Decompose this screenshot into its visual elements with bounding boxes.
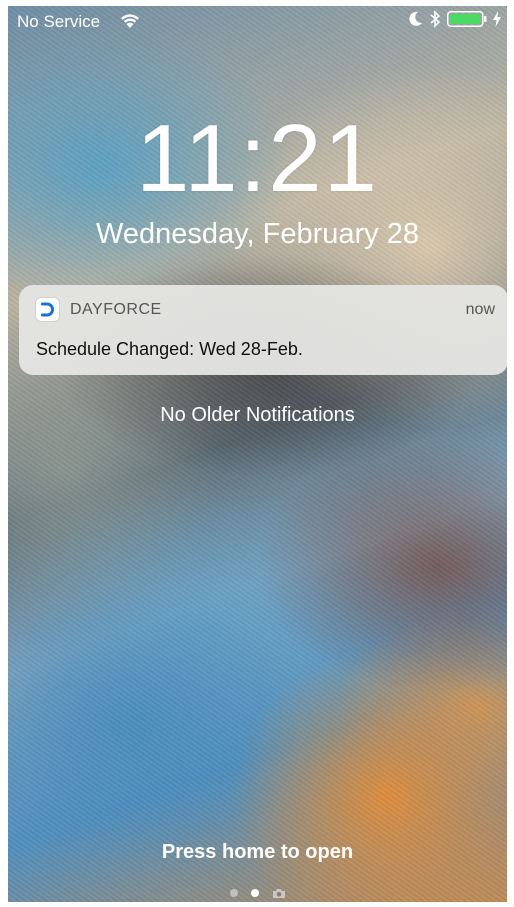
lock-screen-time: 11:21 [135, 105, 380, 212]
page-dot-active[interactable] [250, 889, 259, 897]
status-icons [409, 10, 501, 28]
notification-message: Schedule Changed: Wed 28-Feb. [36, 339, 303, 359]
lock-screen-date: Wednesday, February 28 [96, 218, 419, 250]
wifi-icon [121, 14, 139, 28]
camera-icon[interactable] [272, 888, 286, 899]
page-dot[interactable] [229, 889, 238, 897]
charging-icon [493, 11, 501, 27]
no-older-notifications-label: No Older Notifications [160, 404, 355, 426]
bluetooth-icon [430, 10, 441, 28]
page-indicator[interactable] [8, 886, 507, 900]
notification-app-name: DAYFORCE [70, 301, 162, 318]
notification-time: now [465, 301, 495, 318]
notification-card[interactable]: DAYFORCE now Schedule Changed: Wed 28-Fe… [19, 285, 507, 375]
carrier-label: No Service [17, 12, 101, 31]
lock-screen: No Service 11:21 Wednesday, February 28 [8, 6, 507, 902]
battery-icon [447, 11, 487, 27]
dayforce-app-icon [35, 297, 60, 322]
moon-icon [409, 11, 422, 26]
status-bar: No Service [8, 6, 507, 36]
press-home-to-open-label: Press home to open [161, 841, 354, 863]
